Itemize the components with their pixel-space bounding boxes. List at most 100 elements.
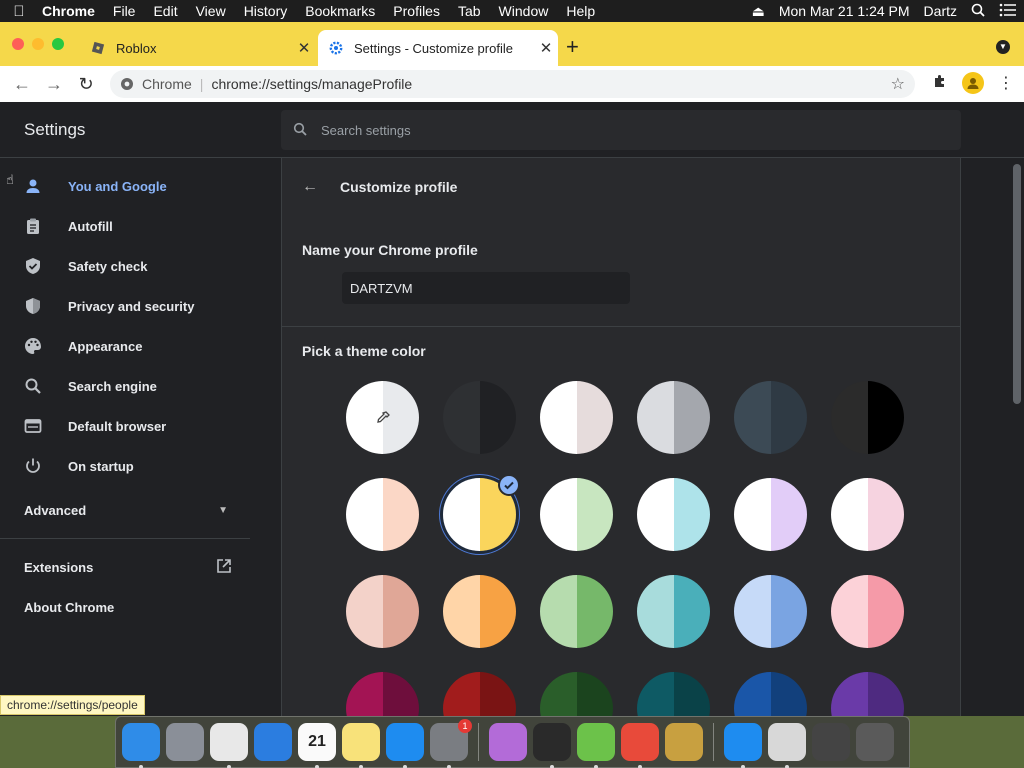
app-store-icon[interactable] bbox=[386, 723, 424, 768]
multicolor-app-icon[interactable] bbox=[621, 723, 659, 768]
sidebar-item-default-browser[interactable]: Default browser bbox=[0, 406, 250, 446]
theme-color-swatch[interactable] bbox=[637, 381, 710, 454]
trash-icon[interactable] bbox=[856, 723, 894, 761]
forward-arrow-icon[interactable]: → bbox=[38, 74, 70, 95]
theme-color-swatch[interactable] bbox=[831, 575, 904, 648]
finder-icon[interactable] bbox=[122, 723, 160, 768]
chrome-menu-icon[interactable]: ⋮ bbox=[998, 73, 1014, 93]
theme-color-swatch[interactable] bbox=[540, 381, 613, 454]
theme-color-swatch[interactable] bbox=[734, 381, 807, 454]
theme-color-swatch[interactable] bbox=[443, 672, 516, 716]
theme-color-swatch[interactable] bbox=[637, 672, 710, 716]
sidebar-item-autofill[interactable]: Autofill bbox=[0, 206, 250, 246]
theme-color-swatch[interactable] bbox=[637, 575, 710, 648]
extensions-puzzle-icon[interactable] bbox=[932, 73, 948, 94]
swatch-right-half bbox=[867, 381, 904, 454]
window-icon[interactable] bbox=[812, 723, 850, 761]
sidebar-item-privacy[interactable]: Privacy and security bbox=[0, 286, 250, 326]
menu-user[interactable]: Dartz bbox=[917, 3, 964, 19]
scrollbar-thumb[interactable] bbox=[1013, 164, 1021, 404]
profile-name-input[interactable]: DARTZVM bbox=[342, 272, 630, 304]
theme-color-swatch[interactable] bbox=[346, 672, 419, 716]
sidebar-item-safety-check[interactable]: Safety check bbox=[0, 246, 250, 286]
spotlight-icon[interactable] bbox=[964, 3, 992, 20]
tab-settings[interactable]: Settings - Customize profile ✕ bbox=[318, 30, 558, 66]
launchpad-icon[interactable] bbox=[166, 723, 204, 761]
sidebar-item-extensions[interactable]: Extensions bbox=[0, 547, 250, 587]
profile-avatar-icon[interactable] bbox=[962, 72, 984, 94]
sidebar-item-search-engine[interactable]: Search engine bbox=[0, 366, 250, 406]
swatch-right-half bbox=[673, 575, 710, 648]
theme-color-swatch[interactable] bbox=[346, 575, 419, 648]
safari-icon[interactable] bbox=[254, 723, 292, 761]
theme-color-swatch[interactable] bbox=[540, 575, 613, 648]
close-tab-icon[interactable]: ✕ bbox=[534, 39, 558, 57]
theme-color-swatch[interactable] bbox=[540, 672, 613, 716]
sidebar-advanced-toggle[interactable]: Advanced ▼ bbox=[0, 486, 250, 534]
bookmark-star-icon[interactable]: ☆ bbox=[891, 74, 905, 94]
app-store-2-icon[interactable] bbox=[724, 723, 762, 768]
page-scrollbar[interactable] bbox=[1010, 158, 1024, 716]
sidebar-item-you-and-google[interactable]: You and Google bbox=[0, 166, 250, 206]
menu-datetime[interactable]: Mon Mar 21 1:24 PM bbox=[772, 3, 917, 19]
new-tab-button[interactable]: + bbox=[566, 36, 579, 58]
theme-color-swatch[interactable] bbox=[831, 478, 904, 551]
blocked-app-icon[interactable] bbox=[533, 723, 571, 768]
search-settings-input[interactable]: Search settings bbox=[281, 110, 961, 150]
menu-bookmarks[interactable]: Bookmarks bbox=[296, 3, 384, 19]
menu-history[interactable]: History bbox=[235, 3, 297, 19]
menu-file[interactable]: File bbox=[104, 3, 145, 19]
theme-color-grid bbox=[346, 381, 906, 716]
menu-profiles[interactable]: Profiles bbox=[384, 3, 449, 19]
minimize-window-button[interactable] bbox=[32, 38, 44, 50]
theme-color-swatch[interactable] bbox=[734, 478, 807, 551]
address-bar[interactable]: Chrome | chrome://settings/manageProfile… bbox=[110, 70, 915, 98]
back-arrow-icon[interactable]: ← bbox=[302, 178, 318, 196]
preview-icon[interactable] bbox=[768, 723, 806, 768]
menu-tab[interactable]: Tab bbox=[449, 3, 490, 19]
menu-view[interactable]: View bbox=[187, 3, 235, 19]
tab-search-icon[interactable]: ▼ bbox=[996, 40, 1010, 54]
theme-color-swatch[interactable] bbox=[831, 672, 904, 716]
theme-color-swatch[interactable] bbox=[734, 575, 807, 648]
sidebar-item-appearance[interactable]: Appearance bbox=[0, 326, 250, 366]
apple-menu-icon[interactable]:  bbox=[0, 3, 38, 20]
theme-color-swatch[interactable] bbox=[443, 474, 520, 551]
swatch-left-half bbox=[734, 575, 771, 648]
close-tab-icon[interactable]: ✕ bbox=[292, 39, 316, 57]
system-preferences-icon[interactable]: 1 bbox=[430, 719, 472, 768]
swatch-circle bbox=[734, 672, 807, 716]
theme-color-swatch[interactable] bbox=[540, 478, 613, 551]
tab-roblox[interactable]: Roblox ✕ bbox=[80, 30, 316, 66]
sidebar-item-on-startup[interactable]: On startup bbox=[0, 446, 250, 486]
notes-icon[interactable] bbox=[342, 723, 380, 768]
url-text[interactable]: chrome://settings/manageProfile bbox=[211, 76, 412, 92]
theme-color-swatch[interactable] bbox=[346, 478, 419, 551]
theme-color-swatch[interactable] bbox=[734, 672, 807, 716]
theme-color-swatch[interactable] bbox=[443, 575, 516, 648]
menu-app-name[interactable]: Chrome bbox=[38, 3, 104, 19]
custom-color-picker-swatch[interactable] bbox=[346, 381, 419, 454]
calendar-icon[interactable]: 21 bbox=[298, 723, 336, 768]
swatch-left-half bbox=[443, 381, 480, 454]
sidebar-item-about-chrome[interactable]: About Chrome bbox=[0, 587, 250, 627]
potion-app-icon[interactable] bbox=[489, 723, 527, 761]
theme-color-swatch[interactable] bbox=[637, 478, 710, 551]
eject-icon[interactable]: ⏏ bbox=[745, 3, 772, 20]
menu-help[interactable]: Help bbox=[557, 3, 604, 19]
back-arrow-icon[interactable]: ← bbox=[6, 74, 38, 95]
close-window-button[interactable] bbox=[12, 38, 24, 50]
external-link-icon bbox=[216, 558, 232, 577]
menu-window[interactable]: Window bbox=[490, 3, 558, 19]
theme-color-swatch[interactable] bbox=[831, 381, 904, 454]
zoom-window-button[interactable] bbox=[52, 38, 64, 50]
site-info-icon[interactable] bbox=[120, 77, 134, 91]
theme-color-swatch[interactable] bbox=[443, 381, 516, 454]
menu-edit[interactable]: Edit bbox=[144, 3, 186, 19]
reload-icon[interactable]: ↻ bbox=[70, 74, 102, 95]
chrome-icon[interactable] bbox=[210, 723, 248, 768]
keychain-icon[interactable] bbox=[665, 723, 703, 761]
swatch-circle bbox=[637, 478, 710, 551]
control-center-icon[interactable] bbox=[992, 3, 1024, 20]
bluestacks-icon[interactable] bbox=[577, 723, 615, 768]
